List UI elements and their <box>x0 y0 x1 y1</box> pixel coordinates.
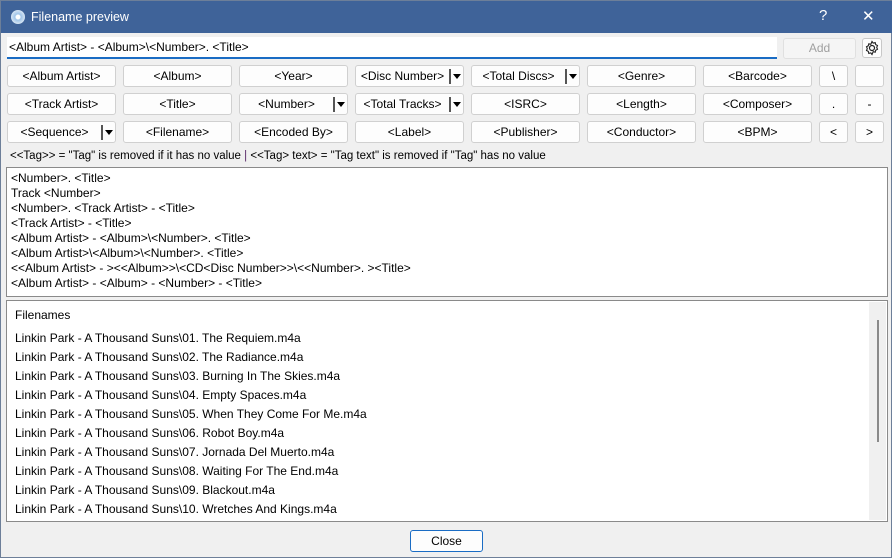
tag-button[interactable]: <Length> <box>587 93 696 115</box>
dropdown-arrow-icon[interactable] <box>333 97 345 112</box>
window-title: Filename preview <box>31 10 129 24</box>
dropdown-arrow-icon[interactable] <box>565 69 577 84</box>
help-button[interactable]: ? <box>819 7 827 24</box>
tag-button-label: <Total Tracks> <box>363 97 442 111</box>
scrollbar[interactable] <box>869 302 886 520</box>
tag-button[interactable]: <Album Artist> <box>7 65 116 87</box>
tag-button[interactable]: <Encoded By> <box>239 121 348 143</box>
tag-button[interactable]: <Total Tracks> <box>355 93 464 115</box>
tag-button-label: <Year> <box>274 69 313 83</box>
tag-button-label: > <box>865 125 873 139</box>
tag-button[interactable]: <Year> <box>239 65 348 87</box>
tag-button-label: <Filename> <box>145 125 210 139</box>
template-item[interactable]: <<Album Artist> - ><<Album>>\<CD<Disc Nu… <box>11 261 883 276</box>
tag-button[interactable]: <Label> <box>355 121 464 143</box>
tag-button-label: <Barcode> <box>728 69 787 83</box>
filename-item: Linkin Park - A Thousand Suns\05. When T… <box>15 407 367 421</box>
tag-button-label: <BPM> <box>737 125 778 139</box>
tag-button-label: <Sequence> <box>20 125 89 139</box>
filenames-items: Linkin Park - A Thousand Suns\01. The Re… <box>15 329 367 519</box>
filename-item: Linkin Park - A Thousand Suns\07. Jornad… <box>15 445 335 459</box>
tag-button[interactable]: <Conductor> <box>587 121 696 143</box>
filename-item: Linkin Park - A Thousand Suns\06. Robot … <box>15 426 285 440</box>
tag-button-label: <ISRC> <box>504 97 547 111</box>
filenames-header: Filenames <box>15 308 71 322</box>
filename-item: Linkin Park - A Thousand Suns\04. Empty … <box>15 388 307 402</box>
tag-button[interactable]: <Disc Number> <box>355 65 464 87</box>
pattern-input[interactable]: <Album Artist> - <Album>\<Number>. <Titl… <box>7 37 777 59</box>
tag-button-label: <Genre> <box>617 69 666 83</box>
template-item[interactable]: <Track Artist> - <Title> <box>11 216 883 231</box>
tag-button[interactable]: <Total Discs> <box>471 65 580 87</box>
tag-button-label: <Total Discs> <box>482 69 555 83</box>
gear-icon <box>865 40 879 56</box>
help-text: <<Tag>> = "Tag" is removed if it has no … <box>10 150 546 162</box>
tag-button-label: <Album> <box>153 69 202 83</box>
tag-button[interactable]: <Title> <box>123 93 232 115</box>
tag-button-label: - <box>867 97 872 111</box>
tag-button-label: <Encoded By> <box>254 125 333 139</box>
tag-button[interactable]: - <box>855 93 884 115</box>
tag-button-label: <Number> <box>258 97 315 111</box>
template-item[interactable]: <Album Artist> - <Album>\<Number>. <Titl… <box>11 231 883 246</box>
filename-item: Linkin Park - A Thousand Suns\02. The Ra… <box>15 350 304 364</box>
help-separator: | <box>244 150 248 162</box>
close-button[interactable]: Close <box>410 530 483 552</box>
tag-button-label: <Label> <box>387 125 432 139</box>
tag-button-label: <Album Artist> <box>22 69 101 83</box>
filename-item: Linkin Park - A Thousand Suns\03. Burnin… <box>15 369 341 383</box>
add-button[interactable]: Add <box>783 38 856 59</box>
tag-button[interactable] <box>855 65 884 87</box>
filename-item: Linkin Park - A Thousand Suns\09. Blacko… <box>15 483 275 497</box>
tag-button-label: < <box>829 125 837 139</box>
tag-button-label: <Conductor> <box>606 125 677 139</box>
tag-button[interactable]: <BPM> <box>703 121 812 143</box>
tag-button-label: . <box>831 97 836 111</box>
dropdown-arrow-icon[interactable] <box>101 125 113 140</box>
filename-item: Linkin Park - A Thousand Suns\08. Waitin… <box>15 464 339 478</box>
template-item[interactable]: <Number>. <Track Artist> - <Title> <box>11 201 883 216</box>
help-text-part2: <<Tag> text> = "Tag text" is removed if … <box>250 150 546 162</box>
dropdown-arrow-icon[interactable] <box>449 69 461 84</box>
app-icon <box>11 10 25 24</box>
tag-button[interactable]: < <box>819 121 848 143</box>
tag-button[interactable]: <Genre> <box>587 65 696 87</box>
scrollbar-thumb[interactable] <box>877 320 879 442</box>
tag-button-label: <Publisher> <box>493 125 558 139</box>
template-item[interactable]: <Album Artist> - <Album> - <Number> - <T… <box>11 276 883 291</box>
tag-button[interactable]: <Number> <box>239 93 348 115</box>
tag-button-label: <Composer> <box>722 97 793 111</box>
templates-list[interactable]: <Number>. <Title> Track <Number> <Number>.… <box>6 167 888 297</box>
filename-item: Linkin Park - A Thousand Suns\01. The Re… <box>15 331 301 345</box>
title-bar: Filename preview ? ✕ <box>1 1 892 33</box>
close-window-icon[interactable]: ✕ <box>862 7 875 25</box>
help-text-part1: <<Tag>> = "Tag" is removed if it has no … <box>10 150 241 162</box>
tag-button[interactable]: . <box>819 93 848 115</box>
tag-button-label: <Title> <box>159 97 196 111</box>
tag-button-label: <Length> <box>616 97 667 111</box>
dropdown-arrow-icon[interactable] <box>449 97 461 112</box>
tag-button[interactable]: <Filename> <box>123 121 232 143</box>
tag-button-label: <Disc Number> <box>360 69 445 83</box>
tag-button[interactable]: <Track Artist> <box>7 93 116 115</box>
tag-button[interactable]: <ISRC> <box>471 93 580 115</box>
filename-item: Linkin Park - A Thousand Suns\10. Wretch… <box>15 502 337 516</box>
template-item[interactable]: <Number>. <Title> <box>11 171 883 186</box>
tag-button[interactable]: <Album> <box>123 65 232 87</box>
tag-button[interactable]: <Composer> <box>703 93 812 115</box>
tag-button-label: \ <box>831 69 836 83</box>
tag-button[interactable]: > <box>855 121 884 143</box>
filenames-list: Filenames Linkin Park - A Thousand Suns\… <box>6 300 888 522</box>
tag-button[interactable]: <Publisher> <box>471 121 580 143</box>
tag-button-label: <Track Artist> <box>24 97 99 111</box>
settings-button[interactable] <box>862 38 882 58</box>
tag-button[interactable]: <Sequence> <box>7 121 116 143</box>
template-item[interactable]: <Album Artist>\<Album>\<Number>. <Title> <box>11 246 883 261</box>
template-item[interactable]: Track <Number> <box>11 186 883 201</box>
tag-button[interactable]: \ <box>819 65 848 87</box>
tag-button[interactable]: <Barcode> <box>703 65 812 87</box>
